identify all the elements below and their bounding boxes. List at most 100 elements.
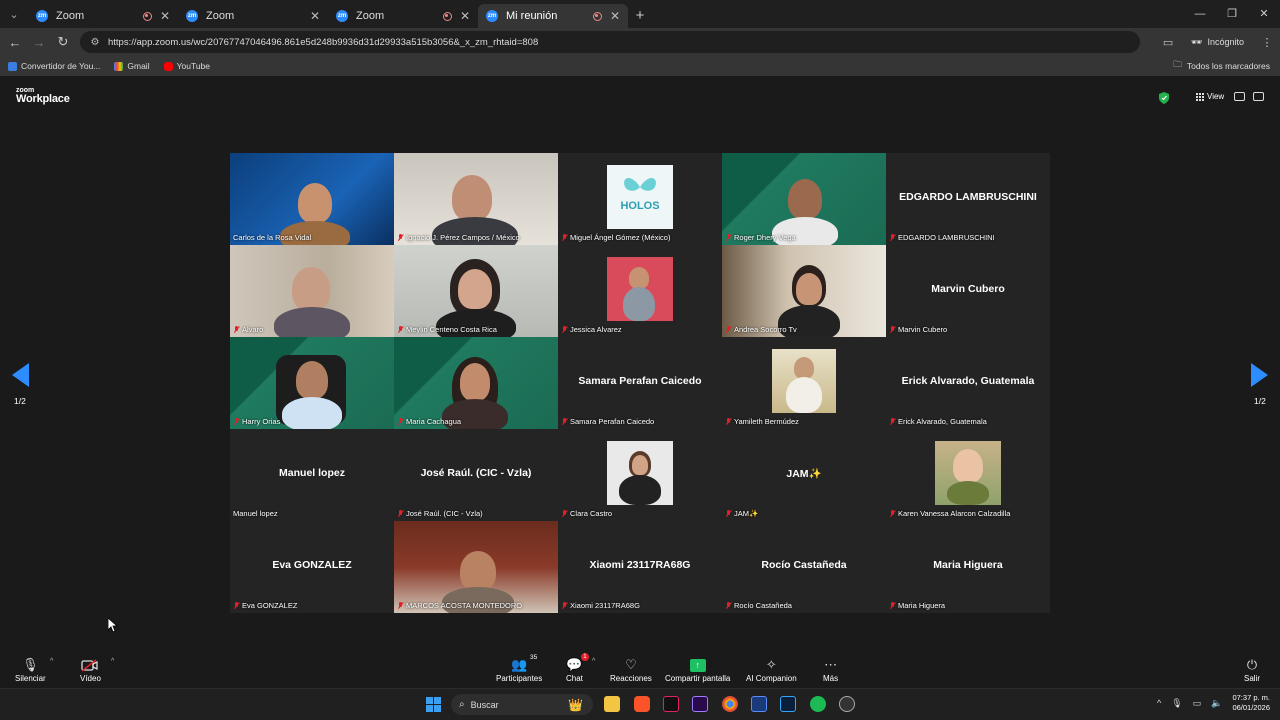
page-indicator-left: 1/2 <box>14 396 26 406</box>
video-options-caret-icon[interactable]: ^ <box>111 658 114 665</box>
previous-page-arrow-icon[interactable] <box>12 363 29 387</box>
next-page-arrow-icon[interactable] <box>1251 363 1268 387</box>
more-button[interactable]: ⋯ Más <box>823 656 838 683</box>
clock[interactable]: 07:37 p. m. 06/01/2026 <box>1232 693 1270 713</box>
participant-tile[interactable]: JAM✨ JAM✨ <box>722 429 886 521</box>
fullscreen-icon[interactable] <box>1253 92 1264 101</box>
participant-tile[interactable]: Harry Orias <box>230 337 394 429</box>
audio-options-caret-icon[interactable]: ^ <box>50 658 53 665</box>
participant-name: Xiaomi 23117RA68G <box>561 601 640 610</box>
app-icon[interactable] <box>839 696 855 712</box>
minimize-icon[interactable]: — <box>1184 0 1216 28</box>
spotify-icon[interactable] <box>810 696 826 712</box>
tiktok-icon[interactable] <box>663 696 679 712</box>
share-screen-button[interactable]: ↑ Compartir pantalla <box>665 656 730 683</box>
youtube-icon <box>163 61 173 71</box>
taskbar-search[interactable]: ⌕ Buscar 👑 <box>451 694 593 715</box>
reactions-button[interactable]: ♡ Reacciones <box>610 656 652 683</box>
participant-face <box>796 273 822 305</box>
participant-name: Manuel lopez <box>233 509 278 518</box>
forward-icon[interactable]: → <box>27 35 51 50</box>
recording-icon <box>592 11 602 21</box>
clock-time: 07:37 p. m. <box>1232 693 1270 702</box>
bookmark-youtube[interactable]: YouTube <box>163 61 210 71</box>
new-tab-button[interactable]: + <box>628 7 652 24</box>
more-label: Más <box>823 674 839 683</box>
photoshop-icon[interactable] <box>780 696 796 712</box>
participant-tile[interactable]: Eva GONZALEZ Eva GONZALEZ <box>230 521 394 613</box>
browser-tab-4[interactable]: zm Mi reunión ✕ <box>478 4 628 28</box>
browser-tab-2[interactable]: zm Zoom ✕ <box>178 4 328 28</box>
close-window-icon[interactable]: ✕ <box>1248 0 1280 28</box>
participant-tile[interactable]: Manuel lopez Manuel lopez <box>230 429 394 521</box>
participant-tile[interactable]: HOLOS Miguel Ángel Gómez (México) <box>558 153 722 245</box>
participant-tile[interactable]: MARCOS ACOSTA MONTEDORO <box>394 521 558 613</box>
chat-button[interactable]: 💬 1 Chat <box>566 653 589 683</box>
site-info-icon[interactable]: ⚙ <box>88 35 102 49</box>
participant-tile[interactable]: Samara Perafan Caicedo Samara Perafan Ca… <box>558 337 722 429</box>
bookmarks-bar: Convertidor de You... Gmail YouTube 🗀 To… <box>0 56 1280 76</box>
premiere-icon[interactable] <box>692 696 708 712</box>
participant-tile[interactable]: Rocío Castañeda Rocío Castañeda <box>722 521 886 613</box>
microphone-tray-icon[interactable]: 🎙 <box>1171 698 1182 709</box>
chrome-icon[interactable] <box>722 696 738 712</box>
participant-tile[interactable]: Xiaomi 23117RA68G Xiaomi 23117RA68G <box>558 521 722 613</box>
menu-kebab-icon[interactable]: ⋮ <box>1254 36 1280 49</box>
mute-button[interactable]: 🎙 Silenciar <box>15 656 46 683</box>
view-button[interactable]: View <box>1196 92 1224 101</box>
url-bar[interactable]: ⚙ https://app.zoom.us/wc/20767747046496.… <box>80 31 1140 53</box>
participant-tile[interactable]: EDGARDO LAMBRUSCHINI EDGARDO LAMBRUSCHIN… <box>886 153 1050 245</box>
muted-mic-icon <box>561 233 568 242</box>
close-tab-icon[interactable]: ✕ <box>160 9 170 23</box>
close-tab-icon[interactable]: ✕ <box>460 9 470 23</box>
share-screen-label: Compartir pantalla <box>665 674 731 683</box>
tray-overflow-icon[interactable]: ^ <box>1157 698 1161 708</box>
back-icon[interactable]: ← <box>3 35 27 50</box>
reader-mode-icon[interactable]: ▭ <box>1155 36 1181 49</box>
incognito-indicator[interactable]: 🕶 Incógnito <box>1181 37 1254 48</box>
leave-button[interactable]: ⏻ Salir <box>1244 656 1260 683</box>
participant-tile[interactable]: José Raúl. (CIC - Vzla) José Raúl. (CIC … <box>394 429 558 521</box>
maximize-icon[interactable]: ❐ <box>1216 0 1248 28</box>
avatar <box>607 257 673 321</box>
all-bookmarks[interactable]: 🗀 Todos los marcadores <box>1173 56 1270 76</box>
participant-tile[interactable]: Ignacio J. Pérez Campos / México <box>394 153 558 245</box>
tab-search-icon[interactable]: ⌄ <box>0 0 28 28</box>
participant-tile[interactable]: Maria Cachagua <box>394 337 558 429</box>
file-explorer-icon[interactable] <box>604 696 620 712</box>
browser-tab-1[interactable]: zm Zoom ✕ <box>28 4 178 28</box>
participant-tile[interactable]: Alvaro <box>230 245 394 337</box>
ai-companion-button[interactable]: ✧ AI Companion <box>746 656 797 683</box>
close-tab-icon[interactable]: ✕ <box>310 9 320 23</box>
vegas-icon[interactable] <box>751 696 767 712</box>
chat-options-caret-icon[interactable]: ^ <box>592 658 595 665</box>
bookmark-gmail[interactable]: Gmail <box>114 61 150 71</box>
participant-tile[interactable]: Karen Vanessa Alarcon Calzadilla <box>886 429 1050 521</box>
encryption-shield-icon[interactable] <box>1159 92 1169 104</box>
participant-tile[interactable]: Meylin Centeno Costa Rica <box>394 245 558 337</box>
brave-icon[interactable] <box>634 696 650 712</box>
windows-taskbar: ⌕ Buscar 👑 ^ 🎙 ▭ 🔈 07:37 p. m. 06/01/202… <box>0 688 1280 720</box>
participant-tile[interactable]: Roger Dhery Vega <box>722 153 886 245</box>
participant-tile[interactable]: Carlos de la Rosa Vidal <box>230 153 394 245</box>
participants-button[interactable]: 👥 35 Participantes <box>496 654 542 683</box>
participant-tile[interactable]: Jessica Alvarez <box>558 245 722 337</box>
close-tab-icon[interactable]: ✕ <box>610 9 620 23</box>
participant-tile[interactable]: Clara Castro <box>558 429 722 521</box>
network-icon[interactable]: ▭ <box>1193 698 1202 709</box>
participant-tile[interactable]: Erick Alvarado, Guatemala Erick Alvarado… <box>886 337 1050 429</box>
video-button[interactable]: Vídeo <box>80 656 101 683</box>
participant-display-name: Manuel lopez <box>279 467 345 479</box>
share-screen-icon: ↑ <box>689 656 706 674</box>
participant-tile[interactable]: Marvin Cubero Marvin Cubero <box>886 245 1050 337</box>
participant-tile[interactable]: Andrea Socorro Tv <box>722 245 886 337</box>
reload-icon[interactable]: ↻ <box>51 34 75 50</box>
windows-start-icon[interactable] <box>426 697 441 712</box>
browser-tab-3[interactable]: zm Zoom ✕ <box>328 4 478 28</box>
participant-tile[interactable]: Yamileth Bermúdez <box>722 337 886 429</box>
participant-display-name: Samara Perafan Caicedo <box>578 375 702 387</box>
participant-tile[interactable]: Maria Higuera Maria Higuera <box>886 521 1050 613</box>
volume-icon[interactable]: 🔈 <box>1211 698 1222 709</box>
bookmark-converter[interactable]: Convertidor de You... <box>8 61 100 71</box>
picture-in-picture-icon[interactable] <box>1234 92 1245 101</box>
